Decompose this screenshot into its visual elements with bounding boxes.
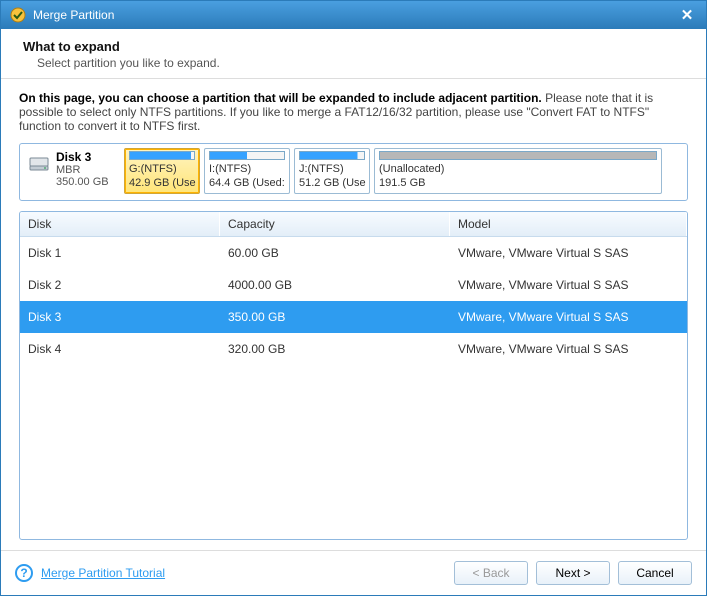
footer: ? Merge Partition Tutorial < Back Next >… bbox=[1, 550, 706, 595]
partition-size: 64.4 GB (Used: bbox=[209, 176, 285, 190]
table-row[interactable]: Disk 160.00 GBVMware, VMware Virtual S S… bbox=[20, 237, 687, 269]
table-row[interactable]: Disk 24000.00 GBVMware, VMware Virtual S… bbox=[20, 269, 687, 301]
next-button[interactable]: Next > bbox=[536, 561, 610, 585]
col-header-disk[interactable]: Disk bbox=[20, 212, 220, 236]
description-text: On this page, you can choose a partition… bbox=[19, 91, 688, 133]
disk-table: Disk Capacity Model Disk 160.00 GBVMware… bbox=[19, 211, 688, 540]
cell-model: VMware, VMware Virtual S SAS bbox=[450, 269, 687, 301]
disk-meta: Disk 3 MBR 350.00 GB bbox=[26, 148, 120, 194]
page-title: What to expand bbox=[23, 39, 684, 54]
disk-name: Disk 3 bbox=[56, 150, 109, 164]
close-icon[interactable]: ✕ bbox=[676, 6, 698, 24]
table-row[interactable]: Disk 4320.00 GBVMware, VMware Virtual S … bbox=[20, 333, 687, 365]
partition-usage-bar bbox=[299, 151, 365, 160]
cell-disk: Disk 2 bbox=[20, 269, 220, 301]
cell-capacity: 320.00 GB bbox=[220, 333, 450, 365]
table-body: Disk 160.00 GBVMware, VMware Virtual S S… bbox=[20, 237, 687, 539]
partition-label: (Unallocated) bbox=[379, 162, 657, 176]
cell-disk: Disk 1 bbox=[20, 237, 220, 269]
partition-block[interactable]: (Unallocated)191.5 GB bbox=[374, 148, 662, 194]
table-header: Disk Capacity Model bbox=[20, 212, 687, 237]
table-row[interactable]: Disk 3350.00 GBVMware, VMware Virtual S … bbox=[20, 301, 687, 333]
disk-icon bbox=[28, 152, 50, 174]
content-area: On this page, you can choose a partition… bbox=[1, 79, 706, 550]
titlebar: Merge Partition ✕ bbox=[1, 1, 706, 29]
cell-capacity: 350.00 GB bbox=[220, 301, 450, 333]
partition-usage-bar bbox=[209, 151, 285, 160]
cell-capacity: 60.00 GB bbox=[220, 237, 450, 269]
cell-disk: Disk 3 bbox=[20, 301, 220, 333]
cell-model: VMware, VMware Virtual S SAS bbox=[450, 237, 687, 269]
back-button[interactable]: < Back bbox=[454, 561, 528, 585]
cell-model: VMware, VMware Virtual S SAS bbox=[450, 301, 687, 333]
disk-size: 350.00 GB bbox=[56, 176, 109, 188]
partition-block[interactable]: J:(NTFS)51.2 GB (Use bbox=[294, 148, 370, 194]
cell-model: VMware, VMware Virtual S SAS bbox=[450, 333, 687, 365]
partition-block[interactable]: G:(NTFS)42.9 GB (Use bbox=[124, 148, 200, 194]
cell-disk: Disk 4 bbox=[20, 333, 220, 365]
col-header-capacity[interactable]: Capacity bbox=[220, 212, 450, 236]
partition-block[interactable]: I:(NTFS)64.4 GB (Used: bbox=[204, 148, 290, 194]
partition-size: 51.2 GB (Use bbox=[299, 176, 365, 190]
description-bold: On this page, you can choose a partition… bbox=[19, 91, 542, 105]
cell-capacity: 4000.00 GB bbox=[220, 269, 450, 301]
partition-size: 42.9 GB (Use bbox=[129, 176, 195, 190]
help-icon[interactable]: ? bbox=[15, 564, 33, 582]
partition-label: G:(NTFS) bbox=[129, 162, 195, 176]
disk-strip: Disk 3 MBR 350.00 GB G:(NTFS)42.9 GB (Us… bbox=[19, 143, 688, 201]
partition-usage-bar bbox=[129, 151, 195, 160]
cancel-button[interactable]: Cancel bbox=[618, 561, 692, 585]
partition-size: 191.5 GB bbox=[379, 176, 657, 190]
partition-usage-bar bbox=[379, 151, 657, 160]
wizard-header: What to expand Select partition you like… bbox=[1, 29, 706, 79]
partition-list: G:(NTFS)42.9 GB (UseI:(NTFS)64.4 GB (Use… bbox=[124, 148, 681, 194]
page-subtitle: Select partition you like to expand. bbox=[23, 56, 684, 70]
partition-label: J:(NTFS) bbox=[299, 162, 365, 176]
partition-label: I:(NTFS) bbox=[209, 162, 285, 176]
tutorial-link[interactable]: Merge Partition Tutorial bbox=[41, 566, 165, 580]
disk-scheme: MBR bbox=[56, 164, 109, 176]
window-title: Merge Partition bbox=[33, 8, 676, 22]
col-header-model[interactable]: Model bbox=[450, 212, 687, 236]
app-icon bbox=[9, 6, 27, 24]
